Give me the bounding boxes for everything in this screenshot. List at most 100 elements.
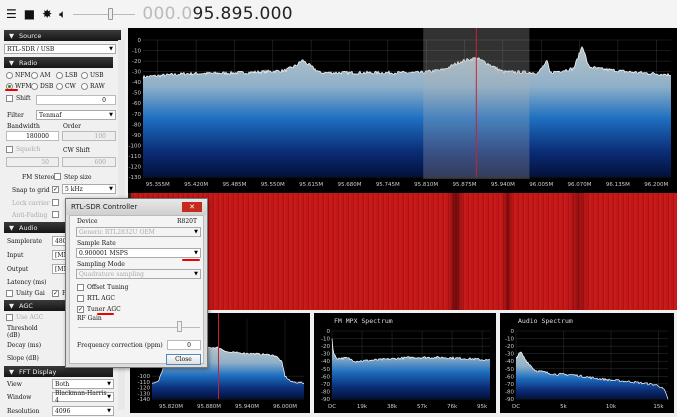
y-tick-label: -140	[138, 397, 151, 403]
mode-radio-am[interactable]: AM	[31, 72, 50, 79]
tuner-agc-checkbox[interactable]: ✓ Tuner AGC	[77, 306, 121, 313]
dialog-body: Device R820T Generic RTL2832U OEM ▼ Sampl…	[69, 215, 204, 365]
radio-button[interactable]	[81, 72, 88, 79]
volume-slider[interactable]	[73, 7, 136, 21]
device-value: Generic RTL2832U OEM	[79, 228, 155, 236]
window-select[interactable]: Blackman-Harris 4 ▼	[52, 390, 114, 404]
y-tick-label: -60	[321, 374, 330, 380]
x-tick-label: 10k	[606, 404, 617, 410]
mode-radio-cw[interactable]: CW	[56, 83, 76, 90]
samplerate-label: Samplerate	[7, 238, 43, 245]
mode-label: AM	[40, 72, 51, 79]
sample-rate-value: 0.900001 MSPS	[79, 249, 128, 257]
squelch-checkbox[interactable]: Squelch	[6, 146, 41, 153]
checkbox[interactable]	[77, 284, 84, 291]
radio-button[interactable]	[56, 72, 63, 79]
offset-tuning-checkbox[interactable]: Offset Tuning	[77, 284, 128, 291]
y-tick-label: 0	[511, 329, 515, 335]
radio-button[interactable]	[56, 83, 63, 90]
resolution-select[interactable]: 4096 ▼	[52, 406, 114, 416]
gear-icon[interactable]: ✸	[42, 7, 52, 21]
x-tick-label: 5k	[560, 404, 567, 410]
volume-slider-thumb[interactable]	[107, 8, 113, 20]
mode-radio-raw[interactable]: RAW	[81, 83, 105, 90]
audio-spectrum[interactable]: 0 -10 -20 -30 -40 -50 -60 -70 -80 -90 DC 5k 10k 15k Au…	[500, 313, 674, 413]
chevron-down-icon: ▼	[194, 271, 198, 277]
speaker-icon[interactable]: 🔈︎	[59, 7, 66, 22]
radio-button[interactable]	[31, 83, 38, 90]
y-tick-label: -50	[321, 367, 330, 373]
y-tick-label: -60	[505, 374, 514, 380]
frequency-leading-digits: 000.0	[142, 4, 193, 24]
checkbox[interactable]: ✓	[77, 306, 84, 313]
x-tick-label: 95.940M	[491, 182, 515, 188]
order-input[interactable]: 100	[62, 131, 116, 141]
sampling-mode-label: Sampling Mode	[77, 261, 125, 268]
close-icon[interactable]: ✕	[182, 202, 202, 212]
sampling-mode-select[interactable]: Quadrature sampling ▼	[76, 269, 201, 279]
shift-input[interactable]: 0	[36, 95, 116, 105]
filter-value: Tenmaf	[39, 111, 62, 119]
radio-button[interactable]	[31, 72, 38, 79]
spectrum-fill	[143, 46, 671, 177]
menu-icon[interactable]: ☰	[6, 7, 17, 21]
source-select[interactable]: RTL-SDR / USB ▼	[4, 44, 116, 54]
radio-button[interactable]	[6, 72, 13, 79]
checkbox[interactable]	[77, 295, 84, 302]
spectrum-fill	[332, 338, 490, 399]
waterfall[interactable]	[128, 193, 677, 310]
frequency-correction-label: Frequency correction (ppm)	[77, 342, 163, 349]
checkbox[interactable]	[6, 146, 13, 153]
chart-title: FM MPX Spectrum	[334, 317, 393, 325]
source-section-header[interactable]: ▼ Source	[4, 30, 121, 41]
radio-section-header[interactable]: ▼ Radio	[4, 57, 113, 68]
close-button[interactable]: Close	[166, 354, 201, 365]
rtl-agc-checkbox[interactable]: RTL AGC	[77, 295, 115, 302]
use-agc-checkbox[interactable]: Use AGC	[6, 314, 43, 321]
checkbox[interactable]	[6, 290, 13, 297]
anti-fading-checkbox[interactable]	[52, 211, 59, 218]
x-tick-label: 95.820M	[159, 404, 183, 410]
checkbox[interactable]	[6, 314, 13, 321]
label: RTL AGC	[87, 295, 116, 302]
order-label: Order	[63, 123, 82, 130]
rf-gain-label: RF Gain	[77, 315, 102, 322]
checkbox[interactable]: ✓	[52, 290, 59, 297]
cw-shift-input[interactable]: 600	[62, 157, 116, 167]
view-select[interactable]: Both ▼	[52, 379, 114, 389]
stop-icon[interactable]: ■	[24, 7, 35, 21]
bandwidth-input[interactable]: 180000	[6, 131, 59, 141]
rf-gain-slider-thumb[interactable]	[177, 321, 183, 332]
mode-radio-usb[interactable]: USB	[81, 72, 104, 79]
collapse-icon: ▼	[9, 301, 14, 310]
section-title: FFT Display	[19, 367, 57, 376]
mode-radio-dsb[interactable]: DSB	[31, 83, 53, 90]
device-select[interactable]: Generic RTL2832U OEM ▼	[76, 227, 201, 237]
lock-carrier-checkbox[interactable]	[52, 199, 59, 206]
x-tick-label: 15k	[653, 404, 664, 410]
y-tick-label: -30	[132, 70, 141, 76]
collapse-icon: ▼	[9, 31, 14, 40]
y-tick-label: -60	[132, 101, 141, 107]
step-size-select[interactable]: 5 kHz ▼	[62, 184, 116, 194]
squelch-input[interactable]: 50	[6, 157, 59, 167]
snap-to-grid-label: Snap to grid	[12, 187, 50, 194]
fm-stereo-checkbox[interactable]	[54, 173, 61, 180]
mode-radio-nfm[interactable]: NFM	[6, 72, 31, 79]
frequency-correction-input[interactable]: 0	[167, 340, 201, 350]
mode-radio-lsb[interactable]: LSB	[56, 72, 78, 79]
frequency-display[interactable]: 000.095.895.000	[142, 4, 293, 24]
filter-select[interactable]: Tenmaf ▼	[36, 110, 116, 120]
snap-to-grid-checkbox[interactable]: ✓	[52, 186, 59, 193]
fm-mpx-spectrum[interactable]: 0 -10 -20 -30 -40 -50 -60 -70 -80 -90 DC 19k 38k 57k 7…	[314, 313, 496, 413]
decay-label: Decay (ms)	[7, 342, 42, 349]
main-spectrum[interactable]: 0 -10 -20 -30 -40 -50 -60 -70 -80 -90 -100 -110 -120…	[128, 28, 677, 193]
sample-rate-select[interactable]: 0.900001 MSPS ▼	[76, 248, 201, 258]
radio-button[interactable]	[81, 83, 88, 90]
x-tick-label: DC	[512, 404, 520, 410]
unity-gain-checkbox[interactable]: Unity Gai	[6, 290, 45, 297]
shift-checkbox[interactable]: Shift	[6, 95, 31, 102]
chevron-down-icon: ▼	[107, 408, 111, 414]
checkbox[interactable]	[6, 95, 13, 102]
sampling-mode-value: Quadrature sampling	[79, 270, 144, 278]
